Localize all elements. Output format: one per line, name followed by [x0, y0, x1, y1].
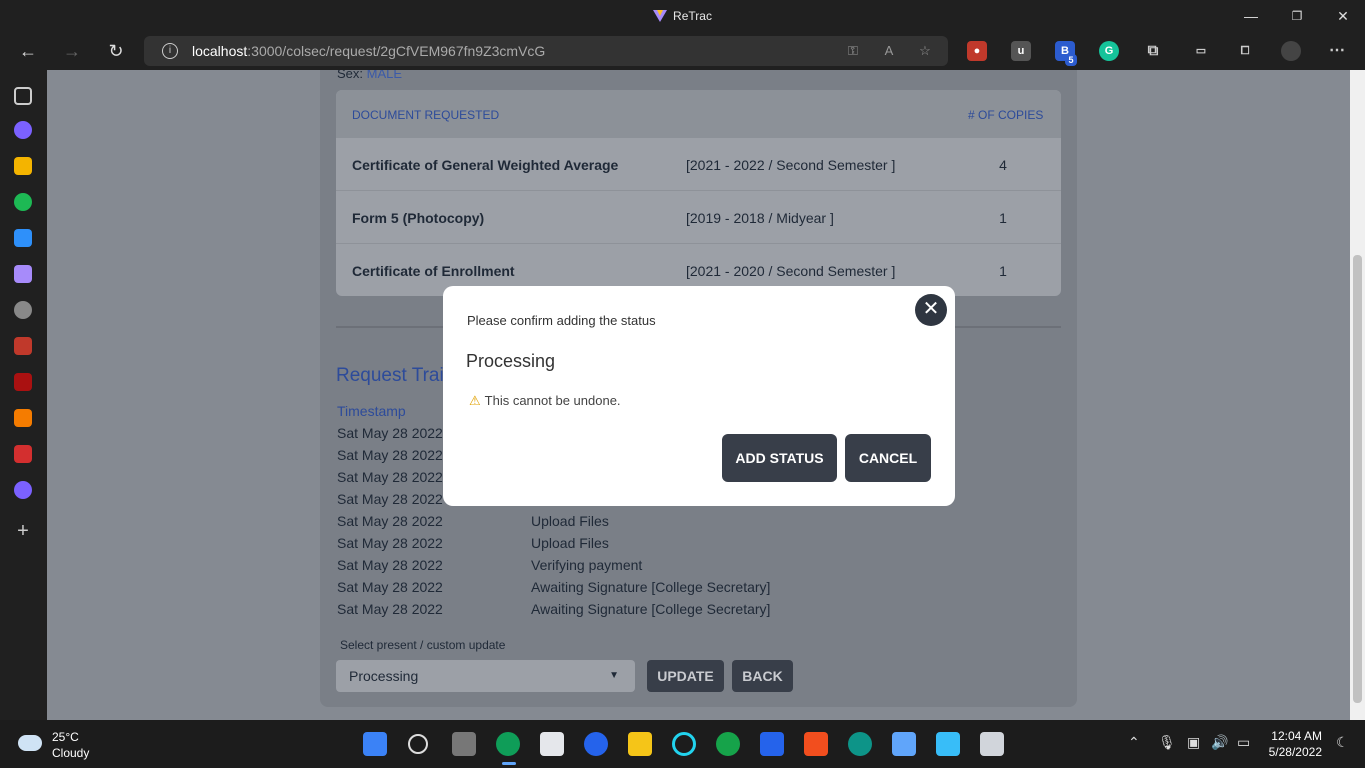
- extension-red-icon[interactable]: ●: [967, 41, 987, 61]
- status-select[interactable]: Processing ▼: [336, 660, 635, 692]
- start-icon[interactable]: [363, 732, 387, 756]
- restore-button[interactable]: ❐: [1282, 4, 1312, 28]
- cancel-button[interactable]: CANCEL: [845, 434, 931, 482]
- key-icon[interactable]: ⚿: [844, 42, 862, 60]
- retrac-logo-icon: [653, 10, 668, 22]
- spotify-icon[interactable]: [14, 193, 32, 211]
- forward-arrow-icon[interactable]: →: [58, 38, 86, 64]
- messenger-2-icon[interactable]: [14, 481, 32, 499]
- focus-moon-icon[interactable]: ☾: [1336, 734, 1349, 751]
- url-path: :3000/colsec/request/2gCfVEM967fn9Z3cmVc…: [247, 43, 546, 59]
- google-drive-icon[interactable]: [14, 157, 32, 175]
- ublock-icon[interactable]: u: [1011, 41, 1031, 61]
- table-row: Certificate of General Weighted Average …: [336, 138, 1061, 191]
- favorite-icon[interactable]: ☆: [916, 42, 934, 60]
- alexa-icon[interactable]: [672, 732, 696, 756]
- figma-icon[interactable]: [804, 732, 828, 756]
- back-arrow-icon[interactable]: ←: [14, 38, 42, 64]
- store-icon[interactable]: [540, 732, 564, 756]
- url-host: localhost: [192, 43, 248, 59]
- messenger-app-icon[interactable]: [584, 732, 608, 756]
- trail-title: Request Trail: [336, 365, 448, 386]
- refresh-icon[interactable]: ↻: [102, 38, 130, 64]
- notepad-icon[interactable]: [892, 732, 916, 756]
- active-indicator: [502, 762, 516, 765]
- page-scrollbar[interactable]: [1350, 70, 1365, 720]
- pdf-icon[interactable]: [14, 445, 32, 463]
- caret-down-icon: ▼: [609, 670, 619, 681]
- modal-status: Processing: [466, 351, 556, 371]
- documents-table: DOCUMENT REQUESTED # OF COPIES Certifica…: [336, 90, 1061, 296]
- clock[interactable]: 12:04 AM 5/28/2022: [1262, 728, 1322, 760]
- browser-toolbar: ← → ↻ i localhost:3000/colsec/request/2g…: [0, 32, 1365, 70]
- confirm-text: Please confirm adding the status: [467, 313, 656, 328]
- badge-count: 5: [1065, 54, 1077, 66]
- window-title: ReTrac: [0, 9, 1365, 23]
- grammarly-icon[interactable]: G: [1099, 41, 1119, 61]
- table-row: Form 5 (Photocopy) [2019 - 2018 / Midyea…: [336, 191, 1061, 244]
- read-aloud-icon[interactable]: A: [880, 42, 898, 60]
- search-icon[interactable]: [408, 734, 428, 754]
- timestamp-header: Timestamp: [337, 403, 406, 419]
- edge-icon[interactable]: [496, 732, 520, 756]
- blogger-icon[interactable]: [14, 409, 32, 427]
- network-icon[interactable]: ▣: [1187, 734, 1200, 751]
- address-bar[interactable]: i localhost:3000/colsec/request/2gCfVEM9…: [144, 36, 948, 66]
- confirm-modal: ✕ Please confirm adding the status Proce…: [443, 286, 955, 506]
- taskbar: 25°C Cloudy ⌃ 🎙 ▣ 🔊 ▭ 12:04 AM 5/28/2022 ☾: [0, 720, 1365, 768]
- battery-icon[interactable]: ▭: [1237, 734, 1250, 751]
- microphone-icon[interactable]: 🎙: [1158, 734, 1176, 751]
- vscode-icon[interactable]: [760, 732, 784, 756]
- back-button[interactable]: BACK: [732, 660, 793, 692]
- volume-icon[interactable]: 🔊: [1211, 734, 1228, 751]
- select-label: Select present / custom update: [340, 638, 506, 652]
- scrollbar-thumb[interactable]: [1353, 255, 1362, 703]
- messenger-icon[interactable]: [14, 121, 32, 139]
- cast-icon[interactable]: ▭: [1191, 41, 1211, 61]
- barcode-icon[interactable]: [14, 373, 32, 391]
- photos-icon[interactable]: [936, 732, 960, 756]
- warning-text: ⚠ This cannot be undone.: [469, 393, 621, 408]
- app-blue-icon[interactable]: [14, 229, 32, 247]
- add-icon[interactable]: +: [14, 521, 32, 541]
- edge-dev-icon[interactable]: [716, 732, 740, 756]
- header-copies: # OF COPIES: [968, 108, 1044, 122]
- update-button[interactable]: UPDATE: [647, 660, 724, 692]
- close-window-button[interactable]: ✕: [1328, 4, 1358, 28]
- add-status-button[interactable]: ADD STATUS: [722, 434, 837, 482]
- window-titlebar: ReTrac — ❐ ✕: [0, 0, 1365, 32]
- minimize-button[interactable]: —: [1236, 4, 1266, 28]
- profile-avatar[interactable]: [1281, 41, 1301, 61]
- header-document: DOCUMENT REQUESTED: [352, 108, 500, 122]
- table-header: DOCUMENT REQUESTED # OF COPIES: [336, 90, 1061, 138]
- file-explorer-icon[interactable]: [628, 732, 652, 756]
- cloud-icon: [18, 735, 42, 751]
- collections-icon[interactable]: ⧠: [1235, 41, 1255, 61]
- task-view-icon[interactable]: [452, 732, 476, 756]
- browser-sidebar: +: [0, 70, 47, 720]
- tabs-icon[interactable]: [14, 87, 32, 105]
- chevron-up-icon[interactable]: ⌃: [1128, 734, 1140, 751]
- warning-icon: ⚠: [469, 393, 481, 408]
- sex-field: Sex: MALE: [337, 70, 403, 81]
- edge-beta-icon[interactable]: [848, 732, 872, 756]
- close-modal-button[interactable]: ✕: [915, 294, 947, 326]
- more-menu-icon[interactable]: ⋯: [1327, 41, 1347, 61]
- youtube-icon[interactable]: [14, 337, 32, 355]
- app-window-icon[interactable]: [980, 732, 1004, 756]
- google-icon[interactable]: [14, 301, 32, 319]
- retrac-tab-icon[interactable]: [14, 265, 32, 283]
- site-info-icon[interactable]: i: [162, 43, 178, 59]
- extensions-puzzle-icon[interactable]: ⧉: [1143, 41, 1163, 61]
